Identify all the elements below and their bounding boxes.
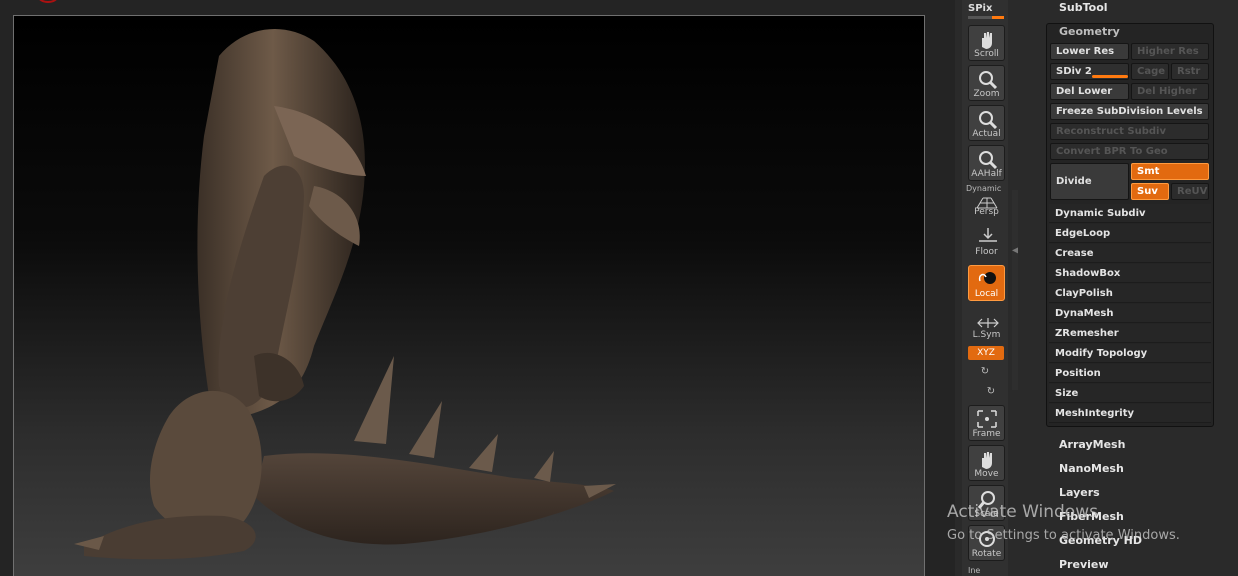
move-button[interactable]: Move [968, 445, 1005, 481]
floor-button[interactable]: Floor [968, 223, 1005, 259]
actual-button[interactable]: Actual [968, 105, 1005, 141]
sub-item-edgeloop[interactable]: EdgeLoop [1049, 224, 1211, 243]
ine-label: Ine [968, 566, 981, 575]
xyz-button[interactable]: XYZ [968, 346, 1004, 360]
persp-label: Persp [974, 207, 999, 217]
reconstruct-subdiv-button[interactable]: Reconstruct Subdiv [1050, 123, 1209, 140]
divide-button[interactable]: Divide [1050, 163, 1129, 200]
activation-watermark-title: Activate Windows [947, 502, 1098, 522]
sub-item-dynamesh[interactable]: DynaMesh [1049, 304, 1211, 323]
sculpt-model[interactable] [14, 16, 925, 576]
magnifier-icon [979, 111, 998, 130]
lsym-label: L.Sym [972, 330, 1001, 340]
hand-icon [982, 452, 992, 469]
arraymesh-section[interactable]: ArrayMesh [1059, 438, 1125, 451]
magnifier-icon [979, 71, 998, 90]
symmetry-arrows-icon [977, 318, 999, 328]
sub-item-crease[interactable]: Crease [1049, 244, 1211, 263]
persp-button[interactable]: Dynamic Persp [966, 183, 1005, 219]
higher-res-button[interactable]: Higher Res [1131, 43, 1209, 60]
spix-slider[interactable] [968, 16, 1004, 19]
aahalf-button[interactable]: AAHalf [968, 145, 1005, 181]
frame-button[interactable]: Frame [968, 405, 1005, 441]
sub-item-dynamic-subdiv[interactable]: Dynamic Subdiv [1049, 204, 1211, 223]
rotate-y-icon[interactable]: ↻ [978, 366, 992, 380]
zoom-label: Zoom [973, 89, 1000, 99]
sub-item-modify-topology[interactable]: Modify Topology [1049, 344, 1211, 363]
aahalf-label: AAHalf [971, 169, 1002, 179]
document-canvas[interactable] [13, 15, 925, 576]
sub-item-zremesher[interactable]: ZRemesher [1049, 324, 1211, 343]
local-label: Local [974, 289, 999, 299]
lsym-button[interactable]: L.Sym [968, 306, 1005, 342]
move-label: Move [974, 469, 999, 479]
zoom-button[interactable]: Zoom [968, 65, 1005, 101]
freeze-subdivision-button[interactable]: Freeze SubDivision Levels [1050, 103, 1209, 120]
floor-icon [979, 228, 997, 242]
subtool-title[interactable]: SubTool [1059, 1, 1108, 14]
frame-icon [977, 410, 997, 428]
suv-toggle[interactable]: Suv [1131, 183, 1169, 200]
record-indicator-icon [38, 0, 58, 3]
rotate-label: Rotate [971, 549, 1002, 559]
viewport-area [0, 0, 955, 576]
activation-watermark-subtitle: Go to Settings to activate Windows. [947, 528, 1180, 543]
floor-label: Floor [975, 247, 998, 257]
preview-section[interactable]: Preview [1059, 558, 1109, 571]
rstr-button[interactable]: Rstr [1171, 63, 1209, 80]
lower-res-button[interactable]: Lower Res [1050, 43, 1129, 60]
del-higher-button[interactable]: Del Higher [1131, 83, 1209, 100]
local-symmetry-icon [978, 272, 996, 284]
cage-button[interactable]: Cage [1131, 63, 1169, 80]
scroll-button[interactable]: Scroll [968, 25, 1005, 61]
rotate-z-icon[interactable]: ↻ [984, 386, 998, 400]
hand-icon [982, 32, 992, 49]
scroll-label: Scroll [974, 49, 999, 59]
layers-section[interactable]: Layers [1059, 486, 1100, 499]
sub-item-meshintegrity[interactable]: MeshIntegrity [1049, 404, 1211, 423]
frame-label: Frame [972, 429, 1001, 439]
reuv-button[interactable]: ReUV [1171, 183, 1209, 200]
dynamic-label: Dynamic [966, 184, 1002, 193]
sub-item-size[interactable]: Size [1049, 384, 1211, 403]
actual-label: Actual [972, 129, 1001, 139]
sub-item-claypolish[interactable]: ClayPolish [1049, 284, 1211, 303]
nanomesh-section[interactable]: NanoMesh [1059, 462, 1124, 475]
sub-item-position[interactable]: Position [1049, 364, 1211, 383]
spix-label: SPix [968, 3, 993, 14]
del-lower-button[interactable]: Del Lower [1050, 83, 1129, 100]
geometry-title[interactable]: Geometry [1059, 25, 1120, 38]
local-button[interactable]: Local [968, 265, 1005, 301]
convert-bpr-button[interactable]: Convert BPR To Geo [1050, 143, 1209, 160]
smt-toggle[interactable]: Smt [1131, 163, 1209, 180]
magnifier-icon [979, 151, 998, 170]
sdiv-slider-fill [1092, 75, 1128, 78]
sub-item-shadowbox[interactable]: ShadowBox [1049, 264, 1211, 283]
